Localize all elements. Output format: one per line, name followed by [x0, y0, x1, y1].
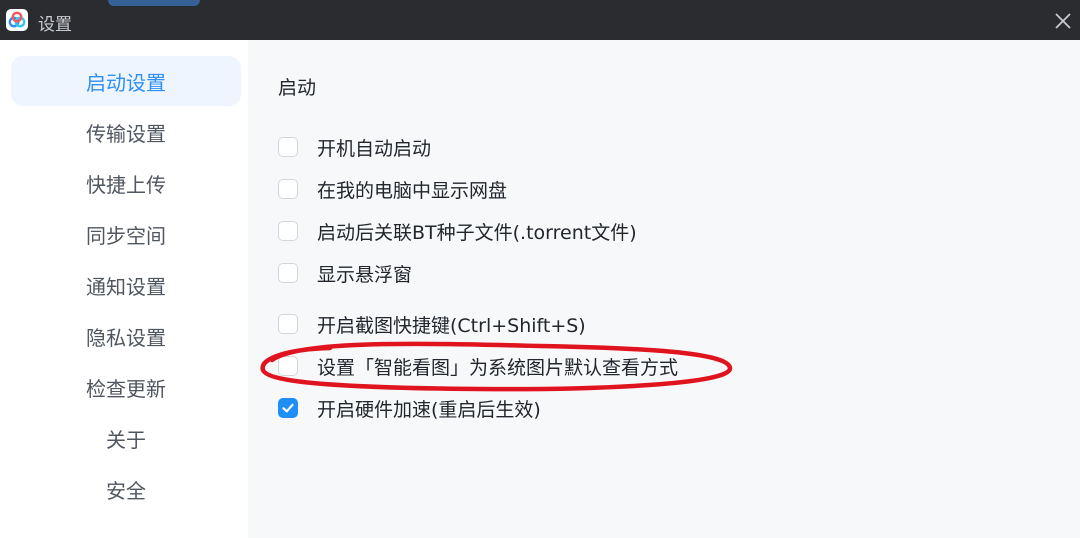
checkbox[interactable] [278, 221, 298, 241]
option-floating-window[interactable]: 显示悬浮窗 [278, 259, 412, 287]
sidebar-item-label: 安全 [106, 478, 146, 503]
checkbox[interactable] [278, 179, 298, 199]
settings-content: 启动 开机自动启动 在我的电脑中显示网盘 启动后关联BT种子文件(.torren… [248, 40, 1080, 538]
sidebar-item-quick-upload[interactable]: 快捷上传 [11, 158, 241, 208]
sidebar-item-transfer[interactable]: 传输设置 [11, 107, 241, 157]
option-screenshot-shortcut[interactable]: 开启截图快捷键(Ctrl+Shift+S) [278, 310, 586, 338]
option-label: 启动后关联BT种子文件(.torrent文件) [317, 221, 637, 244]
sidebar-item-label: 检查更新 [86, 376, 166, 401]
sidebar-item-label: 快捷上传 [86, 172, 166, 197]
close-icon[interactable] [1052, 10, 1074, 32]
section-title: 启动 [278, 77, 317, 99]
sidebar-item-about[interactable]: 关于 [11, 413, 241, 463]
option-label: 开启截图快捷键(Ctrl+Shift+S) [317, 314, 586, 337]
checkbox[interactable] [278, 356, 298, 376]
sidebar-item-notifications[interactable]: 通知设置 [11, 260, 241, 310]
sidebar-item-label: 同步空间 [86, 223, 166, 248]
option-default-image-viewer[interactable]: 设置「智能看图」为系统图片默认查看方式 [278, 352, 678, 380]
option-associate-torrent[interactable]: 启动后关联BT种子文件(.torrent文件) [278, 217, 637, 245]
sidebar-item-security[interactable]: 安全 [11, 464, 241, 514]
sidebar-item-privacy[interactable]: 隐私设置 [11, 311, 241, 361]
title-bar: 设置 [0, 0, 1080, 40]
checkbox[interactable] [278, 137, 298, 157]
option-label: 显示悬浮窗 [317, 263, 413, 286]
sidebar-item-check-update[interactable]: 检查更新 [11, 362, 241, 412]
checkbox[interactable] [278, 314, 298, 334]
option-label: 设置「智能看图」为系统图片默认查看方式 [317, 356, 679, 379]
background-tab-edge [108, 0, 200, 6]
checkbox-checked[interactable] [278, 398, 298, 418]
option-auto-start[interactable]: 开机自动启动 [278, 133, 431, 161]
settings-sidebar: 启动设置 传输设置 快捷上传 同步空间 通知设置 隐私设置 检查更新 关于 安全 [0, 40, 248, 538]
option-label: 开启硬件加速(重启后生效) [317, 398, 541, 421]
option-label: 在我的电脑中显示网盘 [317, 179, 508, 202]
baidu-netdisk-logo-icon [6, 9, 28, 31]
sidebar-item-label: 通知设置 [86, 274, 166, 299]
sidebar-item-startup[interactable]: 启动设置 [11, 56, 241, 106]
checkmark-icon [282, 403, 294, 413]
option-hardware-acceleration[interactable]: 开启硬件加速(重启后生效) [278, 394, 541, 422]
option-label: 开机自动启动 [317, 137, 432, 160]
checkbox[interactable] [278, 263, 298, 283]
sidebar-item-label: 传输设置 [86, 121, 166, 146]
sidebar-item-label: 隐私设置 [86, 325, 166, 350]
sidebar-item-sync-space[interactable]: 同步空间 [11, 209, 241, 259]
option-show-in-my-computer[interactable]: 在我的电脑中显示网盘 [278, 175, 507, 203]
sidebar-item-label: 关于 [106, 427, 146, 452]
window-title: 设置 [38, 15, 72, 35]
sidebar-item-label: 启动设置 [86, 70, 166, 95]
